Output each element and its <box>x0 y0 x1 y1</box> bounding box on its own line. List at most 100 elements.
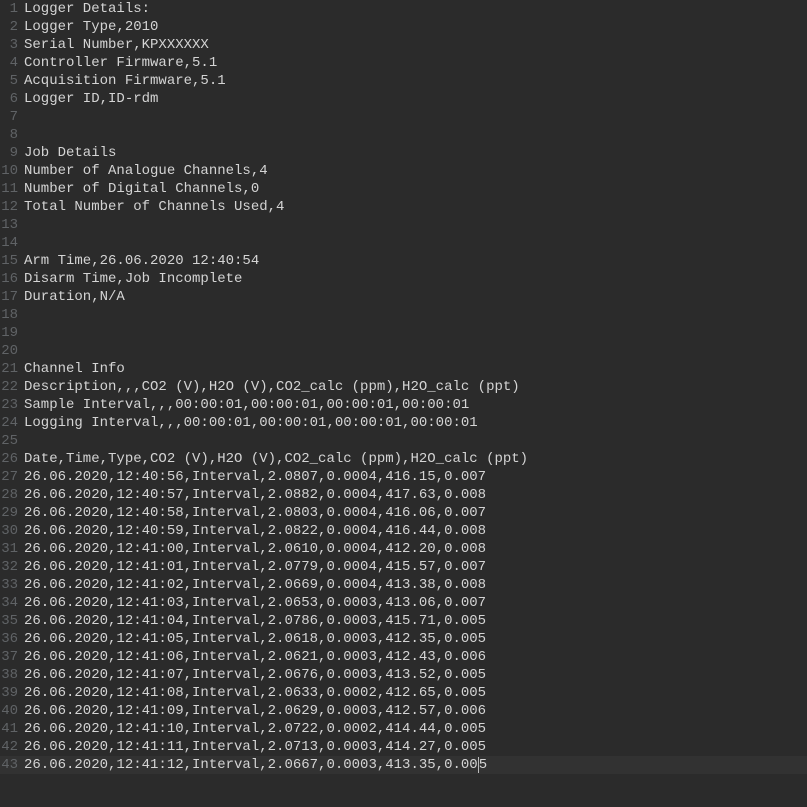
editor-line[interactable]: 2726.06.2020,12:40:56,Interval,2.0807,0.… <box>0 468 807 486</box>
line-content[interactable]: 26.06.2020,12:41:09,Interval,2.0629,0.00… <box>24 702 486 720</box>
editor-line[interactable]: 21Channel Info <box>0 360 807 378</box>
editor-line[interactable]: 22Description,,,CO2 (V),H2O (V),CO2_calc… <box>0 378 807 396</box>
editor-line[interactable]: 20 <box>0 342 807 360</box>
line-number: 1 <box>0 0 24 18</box>
line-number: 19 <box>0 324 24 342</box>
line-content[interactable]: 26.06.2020,12:41:02,Interval,2.0669,0.00… <box>24 576 486 594</box>
editor-line[interactable]: 3026.06.2020,12:40:59,Interval,2.0822,0.… <box>0 522 807 540</box>
line-number: 26 <box>0 450 24 468</box>
editor-line[interactable]: 3426.06.2020,12:41:03,Interval,2.0653,0.… <box>0 594 807 612</box>
line-content[interactable]: Logging Interval,,,00:00:01,00:00:01,00:… <box>24 414 478 432</box>
line-number: 18 <box>0 306 24 324</box>
line-number: 17 <box>0 288 24 306</box>
line-content[interactable]: 26.06.2020,12:41:06,Interval,2.0621,0.00… <box>24 648 486 666</box>
line-content[interactable]: Controller Firmware,5.1 <box>24 54 217 72</box>
editor-line[interactable]: 4326.06.2020,12:41:12,Interval,2.0667,0.… <box>0 756 807 774</box>
editor-line[interactable]: 3526.06.2020,12:41:04,Interval,2.0786,0.… <box>0 612 807 630</box>
line-content[interactable]: 26.06.2020,12:41:01,Interval,2.0779,0.00… <box>24 558 486 576</box>
line-content[interactable]: Disarm Time,Job Incomplete <box>24 270 242 288</box>
editor-line[interactable]: 3826.06.2020,12:41:07,Interval,2.0676,0.… <box>0 666 807 684</box>
editor-line[interactable]: 4Controller Firmware,5.1 <box>0 54 807 72</box>
line-content[interactable]: 26.06.2020,12:41:10,Interval,2.0722,0.00… <box>24 720 486 738</box>
line-content[interactable]: 26.06.2020,12:41:05,Interval,2.0618,0.00… <box>24 630 486 648</box>
editor-line[interactable]: 5Acquisition Firmware,5.1 <box>0 72 807 90</box>
line-number: 29 <box>0 504 24 522</box>
text-cursor <box>478 757 479 773</box>
editor-line[interactable]: 12Total Number of Channels Used,4 <box>0 198 807 216</box>
line-content[interactable]: Description,,,CO2 (V),H2O (V),CO2_calc (… <box>24 378 520 396</box>
editor-line[interactable]: 3926.06.2020,12:41:08,Interval,2.0633,0.… <box>0 684 807 702</box>
line-content[interactable]: Date,Time,Type,CO2 (V),H2O (V),CO2_calc … <box>24 450 528 468</box>
line-number: 25 <box>0 432 24 450</box>
line-content[interactable]: Sample Interval,,,00:00:01,00:00:01,00:0… <box>24 396 469 414</box>
line-number: 38 <box>0 666 24 684</box>
editor-line[interactable]: 14 <box>0 234 807 252</box>
editor-line[interactable]: 16Disarm Time,Job Incomplete <box>0 270 807 288</box>
line-content[interactable]: 26.06.2020,12:41:00,Interval,2.0610,0.00… <box>24 540 486 558</box>
editor-line[interactable]: 4226.06.2020,12:41:11,Interval,2.0713,0.… <box>0 738 807 756</box>
editor-line[interactable]: 3226.06.2020,12:41:01,Interval,2.0779,0.… <box>0 558 807 576</box>
editor-line[interactable]: 3126.06.2020,12:41:00,Interval,2.0610,0.… <box>0 540 807 558</box>
line-content[interactable]: 26.06.2020,12:40:56,Interval,2.0807,0.00… <box>24 468 486 486</box>
editor-line[interactable]: 9Job Details <box>0 144 807 162</box>
line-number: 24 <box>0 414 24 432</box>
line-content[interactable]: Channel Info <box>24 360 125 378</box>
line-number: 43 <box>0 756 24 774</box>
editor-line[interactable]: 7 <box>0 108 807 126</box>
line-content[interactable]: 26.06.2020,12:41:07,Interval,2.0676,0.00… <box>24 666 486 684</box>
line-content[interactable]: Acquisition Firmware,5.1 <box>24 72 226 90</box>
editor-line[interactable]: 24Logging Interval,,,00:00:01,00:00:01,0… <box>0 414 807 432</box>
editor-line[interactable]: 2826.06.2020,12:40:57,Interval,2.0882,0.… <box>0 486 807 504</box>
editor-line[interactable]: 6Logger ID,ID-rdm <box>0 90 807 108</box>
line-content[interactable]: Logger Type,2010 <box>24 18 158 36</box>
editor-line[interactable]: 2Logger Type,2010 <box>0 18 807 36</box>
line-number: 7 <box>0 108 24 126</box>
editor-line[interactable]: 23Sample Interval,,,00:00:01,00:00:01,00… <box>0 396 807 414</box>
editor-line[interactable]: 1Logger Details: <box>0 0 807 18</box>
line-content[interactable]: Job Details <box>24 144 116 162</box>
line-number: 22 <box>0 378 24 396</box>
editor-line[interactable]: 2926.06.2020,12:40:58,Interval,2.0803,0.… <box>0 504 807 522</box>
line-content[interactable]: Logger Details: <box>24 0 150 18</box>
line-content[interactable]: 26.06.2020,12:40:58,Interval,2.0803,0.00… <box>24 504 486 522</box>
editor-line[interactable]: 19 <box>0 324 807 342</box>
line-number: 8 <box>0 126 24 144</box>
editor-line[interactable]: 18 <box>0 306 807 324</box>
editor-line[interactable]: 26Date,Time,Type,CO2 (V),H2O (V),CO2_cal… <box>0 450 807 468</box>
line-number: 39 <box>0 684 24 702</box>
line-number: 11 <box>0 180 24 198</box>
editor-line[interactable]: 8 <box>0 126 807 144</box>
line-content[interactable]: 26.06.2020,12:41:11,Interval,2.0713,0.00… <box>24 738 486 756</box>
line-content[interactable]: Serial Number,KPXXXXXX <box>24 36 209 54</box>
editor-line[interactable]: 15Arm Time,26.06.2020 12:40:54 <box>0 252 807 270</box>
text-editor[interactable]: 1Logger Details:2Logger Type,20103Serial… <box>0 0 807 774</box>
editor-line[interactable]: 10Number of Analogue Channels,4 <box>0 162 807 180</box>
line-content[interactable]: Arm Time,26.06.2020 12:40:54 <box>24 252 259 270</box>
line-content[interactable]: 26.06.2020,12:41:12,Interval,2.0667,0.00… <box>24 756 487 774</box>
editor-line[interactable]: 3326.06.2020,12:41:02,Interval,2.0669,0.… <box>0 576 807 594</box>
line-number: 5 <box>0 72 24 90</box>
line-content[interactable]: Number of Analogue Channels,4 <box>24 162 268 180</box>
line-content[interactable]: 26.06.2020,12:40:57,Interval,2.0882,0.00… <box>24 486 486 504</box>
line-number: 4 <box>0 54 24 72</box>
line-content[interactable]: Duration,N/A <box>24 288 125 306</box>
editor-line[interactable]: 4126.06.2020,12:41:10,Interval,2.0722,0.… <box>0 720 807 738</box>
editor-line[interactable]: 4026.06.2020,12:41:09,Interval,2.0629,0.… <box>0 702 807 720</box>
line-number: 3 <box>0 36 24 54</box>
editor-line[interactable]: 25 <box>0 432 807 450</box>
line-content[interactable]: 26.06.2020,12:41:03,Interval,2.0653,0.00… <box>24 594 486 612</box>
line-number: 6 <box>0 90 24 108</box>
line-number: 20 <box>0 342 24 360</box>
editor-line[interactable]: 11Number of Digital Channels,0 <box>0 180 807 198</box>
editor-line[interactable]: 17Duration,N/A <box>0 288 807 306</box>
line-content[interactable]: 26.06.2020,12:41:04,Interval,2.0786,0.00… <box>24 612 486 630</box>
editor-line[interactable]: 3Serial Number,KPXXXXXX <box>0 36 807 54</box>
line-content[interactable]: 26.06.2020,12:40:59,Interval,2.0822,0.00… <box>24 522 486 540</box>
line-content[interactable]: Total Number of Channels Used,4 <box>24 198 284 216</box>
editor-line[interactable]: 13 <box>0 216 807 234</box>
line-content[interactable]: Number of Digital Channels,0 <box>24 180 259 198</box>
editor-line[interactable]: 3626.06.2020,12:41:05,Interval,2.0618,0.… <box>0 630 807 648</box>
line-content[interactable]: 26.06.2020,12:41:08,Interval,2.0633,0.00… <box>24 684 486 702</box>
line-content[interactable]: Logger ID,ID-rdm <box>24 90 158 108</box>
editor-line[interactable]: 3726.06.2020,12:41:06,Interval,2.0621,0.… <box>0 648 807 666</box>
